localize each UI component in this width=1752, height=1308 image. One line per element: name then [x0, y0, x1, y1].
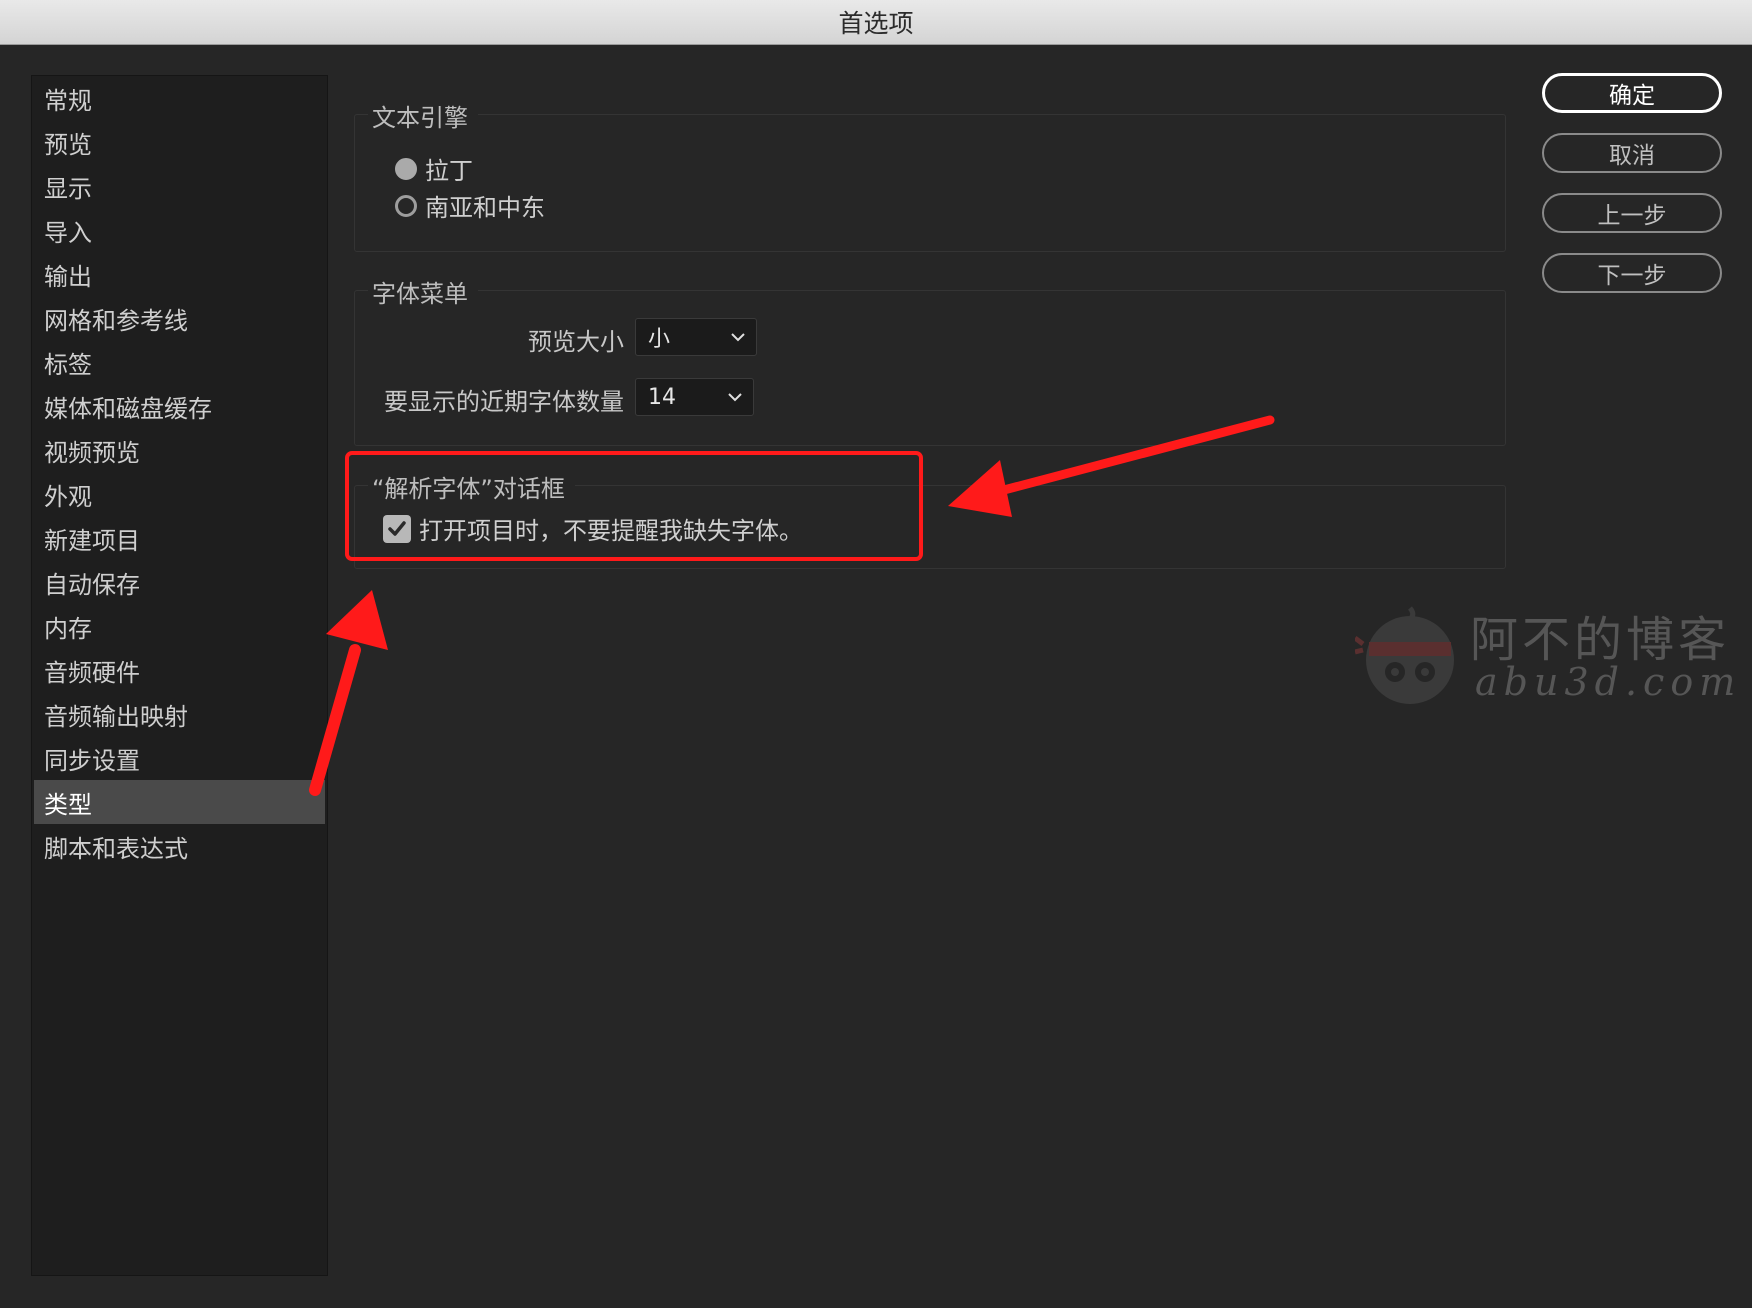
next-button[interactable]: 下一步 — [1542, 253, 1722, 293]
watermark-subtitle: abu3d.com — [1475, 660, 1742, 704]
watermark-mascot-icon — [1355, 606, 1454, 704]
previous-button[interactable]: 上一步 — [1542, 193, 1722, 233]
cancel-button[interactable]: 取消 — [1542, 133, 1722, 173]
watermark: 阿不的博客 abu3d.com — [1355, 600, 1745, 710]
arrow-from-right — [948, 415, 1275, 517]
ok-button[interactable]: 确定 — [1542, 73, 1722, 113]
arrow-from-sidebar — [309, 590, 388, 796]
